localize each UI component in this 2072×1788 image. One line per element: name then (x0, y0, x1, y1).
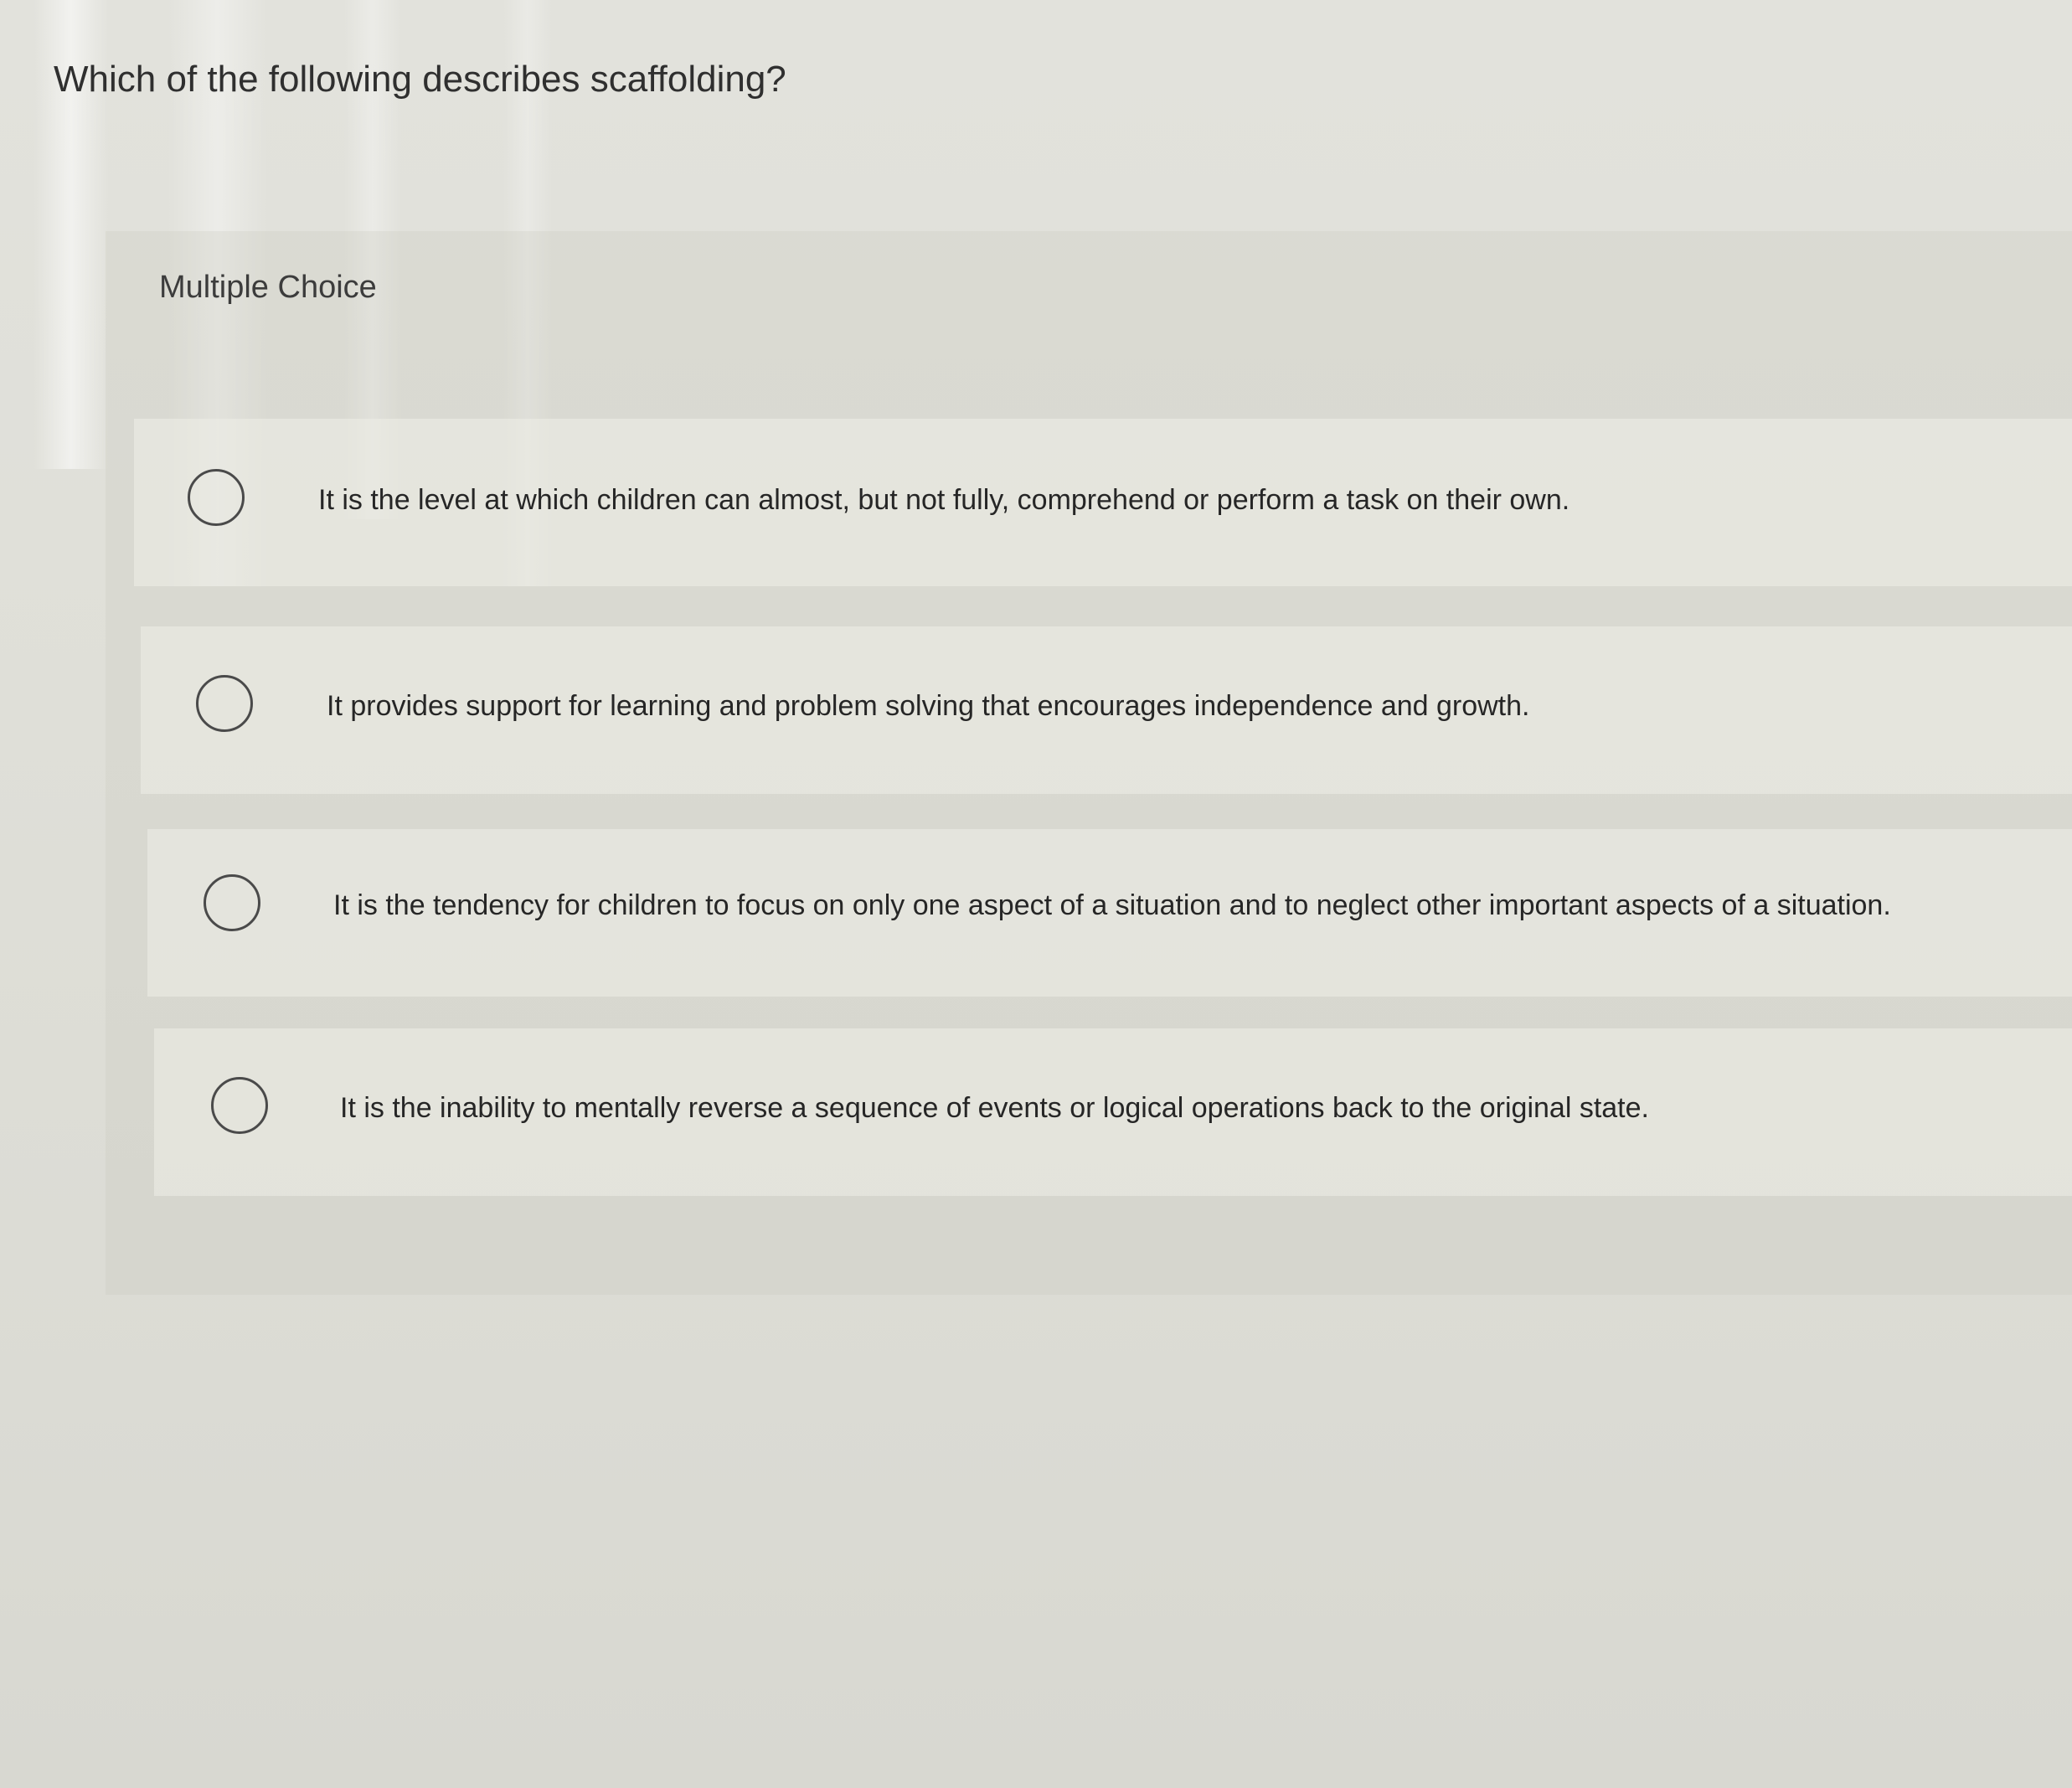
answer-option-2-label: It provides support for learning and pro… (327, 690, 1530, 722)
radio-button-4[interactable] (211, 1077, 268, 1134)
radio-button-2[interactable] (196, 675, 253, 732)
question-prompt: Which of the following describes scaffol… (54, 59, 786, 100)
answer-option-4[interactable]: It is the inability to mentally reverse … (154, 1028, 2072, 1196)
answer-option-3[interactable]: It is the tendency for children to focus… (147, 829, 2072, 997)
answer-option-4-label: It is the inability to mentally reverse … (340, 1092, 1649, 1124)
question-type-label: Multiple Choice (159, 270, 377, 305)
answer-option-3-label: It is the tendency for children to focus… (333, 889, 1891, 921)
answer-option-1[interactable]: It is the level at which children can al… (134, 419, 2072, 586)
answer-option-2[interactable]: It provides support for learning and pro… (141, 626, 2072, 794)
radio-button-1[interactable] (188, 469, 245, 526)
radio-button-3[interactable] (204, 874, 260, 931)
answer-option-1-label: It is the level at which children can al… (318, 484, 1570, 516)
